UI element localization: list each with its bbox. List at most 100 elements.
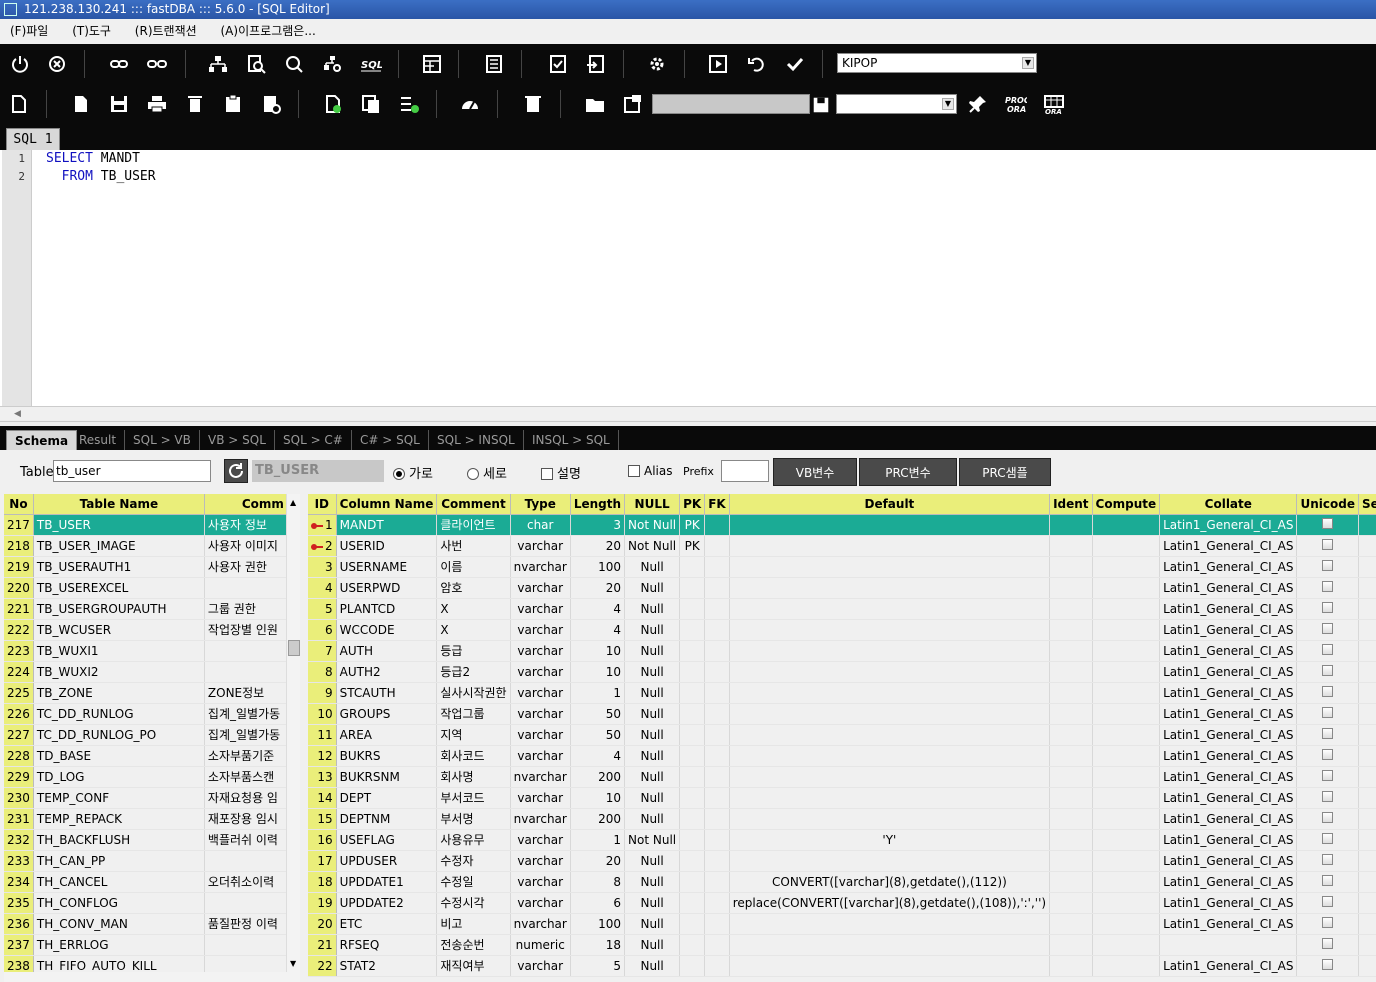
col-set-pk[interactable] [1358,787,1376,809]
table-row[interactable]: 235 TH_CONFLOG [4,892,288,914]
new-file-icon[interactable] [7,92,31,116]
col-set-pk[interactable] [1358,892,1376,914]
checkbox-icon[interactable] [1322,832,1334,844]
header-table-name[interactable]: Table Name [33,494,205,515]
header-ident[interactable]: Ident [1049,494,1093,515]
col-unicode[interactable] [1296,514,1359,536]
column-row[interactable]: 1 MANDT 클라이언트 char 3 Not Null PK Latin1_General… [308,514,1376,536]
col-set-pk[interactable] [1358,934,1376,956]
checkbox-icon[interactable] [1322,748,1334,760]
col-set-pk[interactable] [1358,955,1376,977]
paste-icon[interactable] [221,92,245,116]
table-list-h-scrollbar[interactable] [4,972,300,982]
col-unicode[interactable] [1296,640,1359,662]
commit-icon[interactable] [783,52,807,76]
radio-selected-icon[interactable] [393,468,405,480]
col-unicode[interactable] [1296,955,1359,977]
checkbox-icon[interactable] [1322,727,1334,739]
header-fk[interactable]: FK [704,494,730,515]
list-icon[interactable] [482,52,506,76]
table-row[interactable]: 224 TB_WUXI2 [4,661,288,683]
header-collate[interactable]: Collate [1159,494,1298,515]
menu-tools[interactable]: (T)도구 [62,19,121,44]
col-unicode[interactable] [1296,682,1359,704]
table-row[interactable]: 233 TH_CAN_PP [4,850,288,872]
column-row[interactable]: 11 AREA 지역 varchar 50 Null Latin1_General_CI_A… [308,724,1376,746]
column-row[interactable]: 4 USERPWD 암호 varchar 20 Null Latin1_General_CI… [308,577,1376,599]
checkbox-icon[interactable] [1322,853,1334,865]
checkbox-icon[interactable] [1322,706,1334,718]
column-row[interactable]: 17 UPDUSER 수정자 varchar 20 Null Latin1_General_… [308,850,1376,872]
header-set-pk[interactable]: Set PK [1358,494,1376,515]
col-unicode[interactable] [1296,850,1359,872]
col-unicode[interactable] [1296,745,1359,767]
radio-horizontal[interactable]: 가로 [393,463,433,482]
settings-icon[interactable] [645,52,669,76]
scroll-thumb[interactable] [288,640,300,656]
header-default[interactable]: Default [729,494,1051,515]
tree-icon[interactable] [206,52,230,76]
col-unicode[interactable] [1296,913,1359,935]
table-row[interactable]: 234 TH_CANCEL 오더취소이력 [4,871,288,893]
table-row[interactable]: 217 TB_USER 사용자 정보 [4,514,288,536]
col-unicode[interactable] [1296,598,1359,620]
col-unicode[interactable] [1296,724,1359,746]
tab-sql-1[interactable]: SQL 1 [6,128,60,150]
table-list-scrollbar[interactable]: ▲ ▼ [286,494,300,972]
table-row[interactable]: 218 TB_USER_IMAGE 사용자 이미지 [4,535,288,557]
column-row[interactable]: 20 ETC 비고 nvarchar 100 Null Latin1_General_CI_… [308,913,1376,935]
table-row[interactable]: 230 TEMP_CONF 자재요청용 임 [4,787,288,809]
table-row[interactable]: 232 TH_BACKFLUSH 백플러쉬 이력 [4,829,288,851]
col-set-pk[interactable] [1358,640,1376,662]
table-row[interactable]: 227 TC_DD_RUNLOG_PO 집계_일별가동 [4,724,288,746]
col-unicode[interactable] [1296,787,1359,809]
col-set-pk[interactable] [1358,703,1376,725]
col-set-pk[interactable] [1358,661,1376,683]
header-type[interactable]: Type [510,494,571,515]
open-file-icon[interactable] [69,92,93,116]
col-unicode[interactable] [1296,661,1359,683]
table-row[interactable]: 237 TH_ERRLOG [4,934,288,956]
header-null[interactable]: NULL [624,494,681,515]
save-as-icon[interactable] [621,92,645,116]
tab-vb-sql[interactable]: VB > SQL [200,430,275,450]
col-unicode[interactable] [1296,556,1359,578]
rollback-icon[interactable] [745,52,769,76]
disconnect-icon[interactable] [45,52,69,76]
multi-doc-icon[interactable] [359,92,383,116]
col-set-pk[interactable] [1358,724,1376,746]
table-row[interactable]: 222 TB_WCUSER 작업장별 인원 [4,619,288,641]
table-row[interactable]: 226 TC_DD_RUNLOG 집계_일별가동 [4,703,288,725]
checkbox-icon[interactable] [1322,769,1334,781]
checkbox-icon[interactable] [1322,916,1334,928]
header-comment[interactable]: Comment [436,494,511,515]
checkbox-icon[interactable] [1322,559,1334,571]
table-ora-icon[interactable]: ORA [1042,92,1066,116]
checkbox-icon[interactable] [1322,664,1334,676]
col-set-pk[interactable] [1358,766,1376,788]
table-row[interactable]: 229 TD_LOG 소자부품스캔 [4,766,288,788]
table-row[interactable]: 228 TD_BASE 소자부품기준 [4,745,288,767]
clear-icon[interactable] [259,92,283,116]
menu-about[interactable]: (A)이프로그램은... [211,19,326,44]
save-icon[interactable] [107,92,131,116]
sql-editor[interactable]: 1 2 SELECT MANDT FROM TB_USER [0,150,1376,406]
search-doc-icon[interactable] [244,52,268,76]
checkbox-description[interactable]: 설명 [541,463,581,482]
col-set-pk[interactable] [1358,871,1376,893]
radio-icon[interactable] [467,468,479,480]
scroll-up-icon[interactable]: ▲ [290,498,296,507]
checkbox-icon[interactable] [1322,538,1334,550]
pin-icon[interactable] [966,92,990,116]
column-row[interactable]: 8 AUTH2 등급2 varchar 10 Null Latin1_General_CI_… [308,661,1376,683]
refresh-icon[interactable] [224,459,248,483]
secondary-combo[interactable]: ▼ [836,94,957,114]
format-icon[interactable] [397,92,421,116]
tab-sql-insql[interactable]: SQL > INSQL [429,430,524,450]
delete-icon[interactable] [183,92,207,116]
col-set-pk[interactable] [1358,556,1376,578]
menu-transaction[interactable]: (R)트랜잭션 [125,19,207,44]
editor-horizontal-scrollbar[interactable]: ◀ [0,406,1376,422]
column-row[interactable]: 22 STAT2 재직여부 varchar 5 Null Latin1_General_CI… [308,955,1376,977]
col-unicode[interactable] [1296,535,1359,557]
